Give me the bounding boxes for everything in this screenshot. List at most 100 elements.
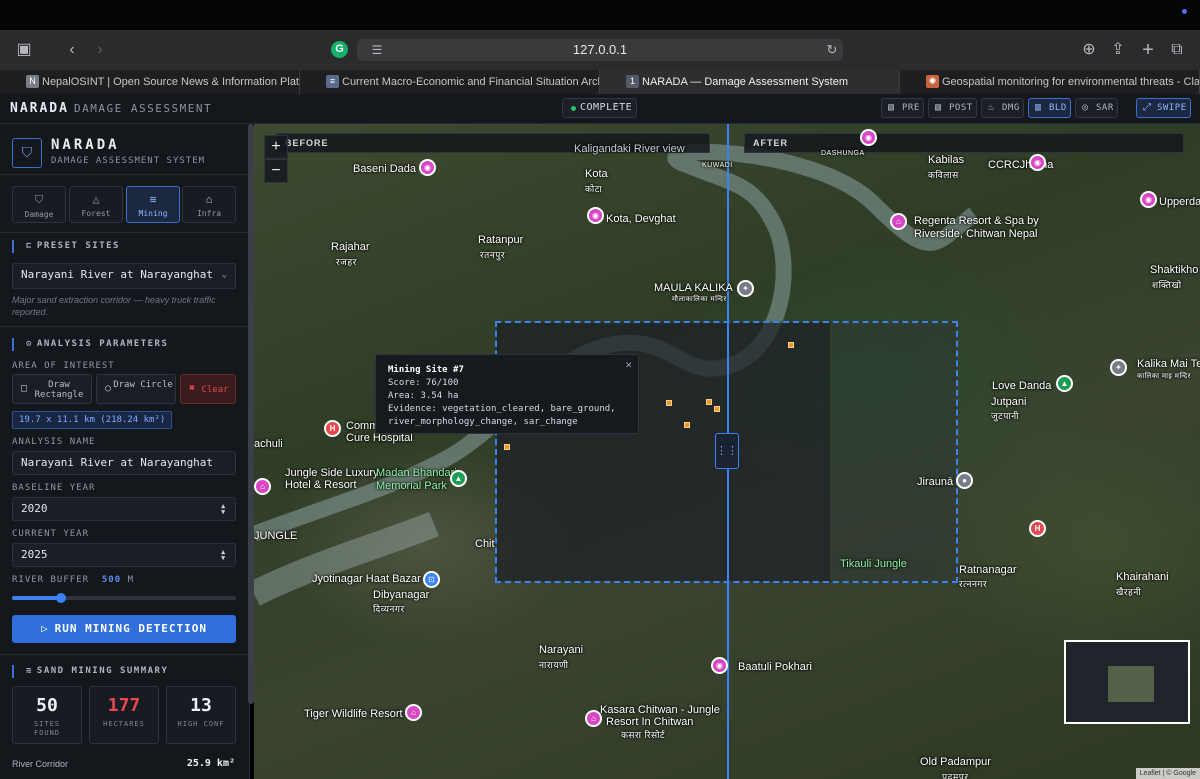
map-label: JUNGLE	[254, 530, 298, 542]
sliders-icon: ⚙	[26, 339, 33, 349]
map-label: दिव्यनगर	[373, 604, 405, 614]
tab-macro-economic[interactable]: ≡ Current Macro-Economic and Financial S…	[300, 70, 600, 94]
minimap-viewport	[1108, 666, 1154, 702]
layer-bld-button[interactable]: ▥ BLD	[1028, 98, 1071, 118]
app-subtitle: DAMAGE ASSESSMENT	[74, 102, 213, 115]
map-label: कसरा रिसोर्ट	[621, 730, 665, 740]
close-icon[interactable]: ✕	[625, 358, 632, 371]
mode-infra-button[interactable]: ⌂ Infra	[182, 186, 236, 223]
park-icon[interactable]: ▲	[450, 470, 467, 487]
play-icon: ▷	[40, 622, 49, 635]
buffer-label-text: RIVER BUFFER	[12, 575, 90, 585]
shop-icon[interactable]: ⊡	[423, 571, 440, 588]
mode-label: Damage	[24, 210, 54, 219]
temple-icon[interactable]: ✦	[1110, 359, 1127, 376]
share-icon[interactable]: ⇪	[1106, 38, 1130, 62]
buffer-unit: M	[127, 575, 134, 585]
map-view[interactable]: ⋮⋮ BEFORE AFTER + − Baseni Dada Kota कोट…	[254, 124, 1200, 779]
zoom-in-button[interactable]: +	[264, 135, 288, 159]
run-mining-detection-button[interactable]: ▷ RUN MINING DETECTION	[12, 615, 236, 643]
map-label: कोटा	[585, 184, 603, 194]
map-label: Comm	[346, 420, 379, 432]
satellite-icon: ◎	[1082, 102, 1089, 113]
mode-forest-button[interactable]: △ Forest	[69, 186, 123, 223]
hotel-icon[interactable]: ⌂	[890, 213, 907, 230]
sidebar-toggle-icon[interactable]: ▣	[12, 38, 36, 62]
layer-post-button[interactable]: ▧ POST	[928, 98, 977, 118]
swipe-button[interactable]: ⤢ SWIPE	[1136, 98, 1191, 118]
new-tab-icon[interactable]: +	[1136, 38, 1160, 62]
map-label: Jutpani	[991, 396, 1027, 408]
mode-mining-button[interactable]: ≋ Mining	[126, 186, 180, 223]
popup-title: Mining Site #7	[388, 365, 464, 375]
draw-rectangle-button[interactable]: □ Draw Rectangle	[12, 374, 92, 404]
baseline-year-input[interactable]: 2020 ▲ ▼	[12, 497, 236, 521]
draw-circle-button[interactable]: ○ Draw Circle	[96, 374, 176, 404]
layer-label: BLD	[1049, 103, 1067, 113]
hotel-icon[interactable]: ⌂	[254, 478, 271, 495]
camera-icon[interactable]: ◉	[587, 207, 604, 224]
hotel-icon[interactable]: ⌂	[585, 710, 602, 727]
zoom-out-button[interactable]: −	[264, 159, 288, 183]
chevron-down-icon: ⌄	[221, 270, 227, 280]
stat-value: 50	[36, 695, 58, 716]
buffer-value: 500	[101, 575, 122, 585]
camera-icon[interactable]: ◉	[419, 159, 436, 176]
layer-label: POST	[949, 103, 973, 113]
forward-icon[interactable]: ›	[88, 38, 112, 62]
camera-icon[interactable]: ◉	[1140, 191, 1157, 208]
mining-site-marker[interactable]	[788, 342, 794, 348]
aoi-size-badge: 19.7 x 11.1 km (218.24 km²)	[12, 411, 173, 429]
map-label: Shaktikho	[1150, 264, 1199, 276]
hospital-icon[interactable]: H	[1029, 520, 1046, 537]
map-attribution[interactable]: Leaflet | © Google	[1135, 768, 1200, 779]
mining-site-marker[interactable]	[706, 399, 712, 405]
map-label: मौलाकालिका मन्दिर	[672, 296, 727, 303]
location-icon[interactable]: ●	[956, 472, 973, 489]
analysis-name-input[interactable]: Narayani River at Narayanghat	[12, 451, 236, 475]
layer-sar-button[interactable]: ◎ SAR	[1075, 98, 1118, 118]
tab-claude[interactable]: ✺ Geospatial monitoring for environmenta…	[900, 70, 1200, 94]
layer-dmg-button[interactable]: ♨ DMG	[981, 98, 1024, 118]
river-buffer-slider[interactable]	[12, 593, 236, 603]
clear-button[interactable]: ✖ Clear	[180, 374, 236, 404]
tree-icon: △	[92, 193, 100, 206]
mining-site-marker[interactable]	[684, 422, 690, 428]
map-label: Kota	[585, 168, 608, 180]
mining-site-marker[interactable]	[666, 400, 672, 406]
address-bar[interactable]: 127.0.0.1	[357, 39, 843, 61]
preset-select[interactable]: Narayani River at Narayanghat ⌄	[12, 263, 236, 289]
mode-damage-button[interactable]: ⛉ Damage	[12, 186, 66, 223]
app-brand: NARADA	[10, 101, 69, 116]
slider-thumb[interactable]	[56, 593, 67, 603]
tab-narada[interactable]: 1 NARADA — Damage Assessment System	[600, 70, 900, 94]
camera-icon[interactable]: ◉	[711, 657, 728, 674]
reload-icon[interactable]: ↻	[820, 38, 844, 62]
map-label: कविलास	[928, 170, 959, 180]
section-label: PRESET SITES	[36, 241, 120, 251]
camera-icon[interactable]: ◉	[860, 129, 877, 146]
grammarly-icon[interactable]: G	[331, 41, 348, 58]
hospital-icon[interactable]: H	[324, 420, 341, 437]
current-year-label: CURRENT YEAR	[12, 529, 90, 539]
current-year-value: 2025	[21, 548, 48, 561]
downloads-icon[interactable]: ⊕	[1077, 38, 1101, 62]
map-label: DASHUNGA	[821, 150, 865, 157]
swipe-handle-icon[interactable]: ⋮⋮	[715, 433, 739, 469]
layer-pre-button[interactable]: ▧ PRE	[881, 98, 924, 118]
tab-overview-icon[interactable]: ⧉	[1165, 38, 1189, 62]
tab-nepalosint[interactable]: N NepalOSINT | Open Source News & Inform…	[0, 70, 300, 94]
minimap[interactable]	[1064, 640, 1190, 724]
hotel-icon[interactable]: ⌂	[405, 704, 422, 721]
after-caption: AFTER	[744, 133, 1184, 153]
back-icon[interactable]: ‹	[60, 38, 84, 62]
map-label: पदमपुर	[942, 772, 969, 779]
page-settings-icon[interactable]: ☰	[365, 38, 389, 62]
mining-site-marker[interactable]	[714, 406, 720, 412]
camera-icon[interactable]: ◉	[1029, 154, 1046, 171]
current-year-input[interactable]: 2025 ▲ ▼	[12, 543, 236, 567]
park-icon[interactable]: ▲	[1056, 375, 1073, 392]
mining-site-marker[interactable]	[504, 444, 510, 450]
image-icon: ▧	[935, 102, 942, 113]
temple-icon[interactable]: ✦	[737, 280, 754, 297]
